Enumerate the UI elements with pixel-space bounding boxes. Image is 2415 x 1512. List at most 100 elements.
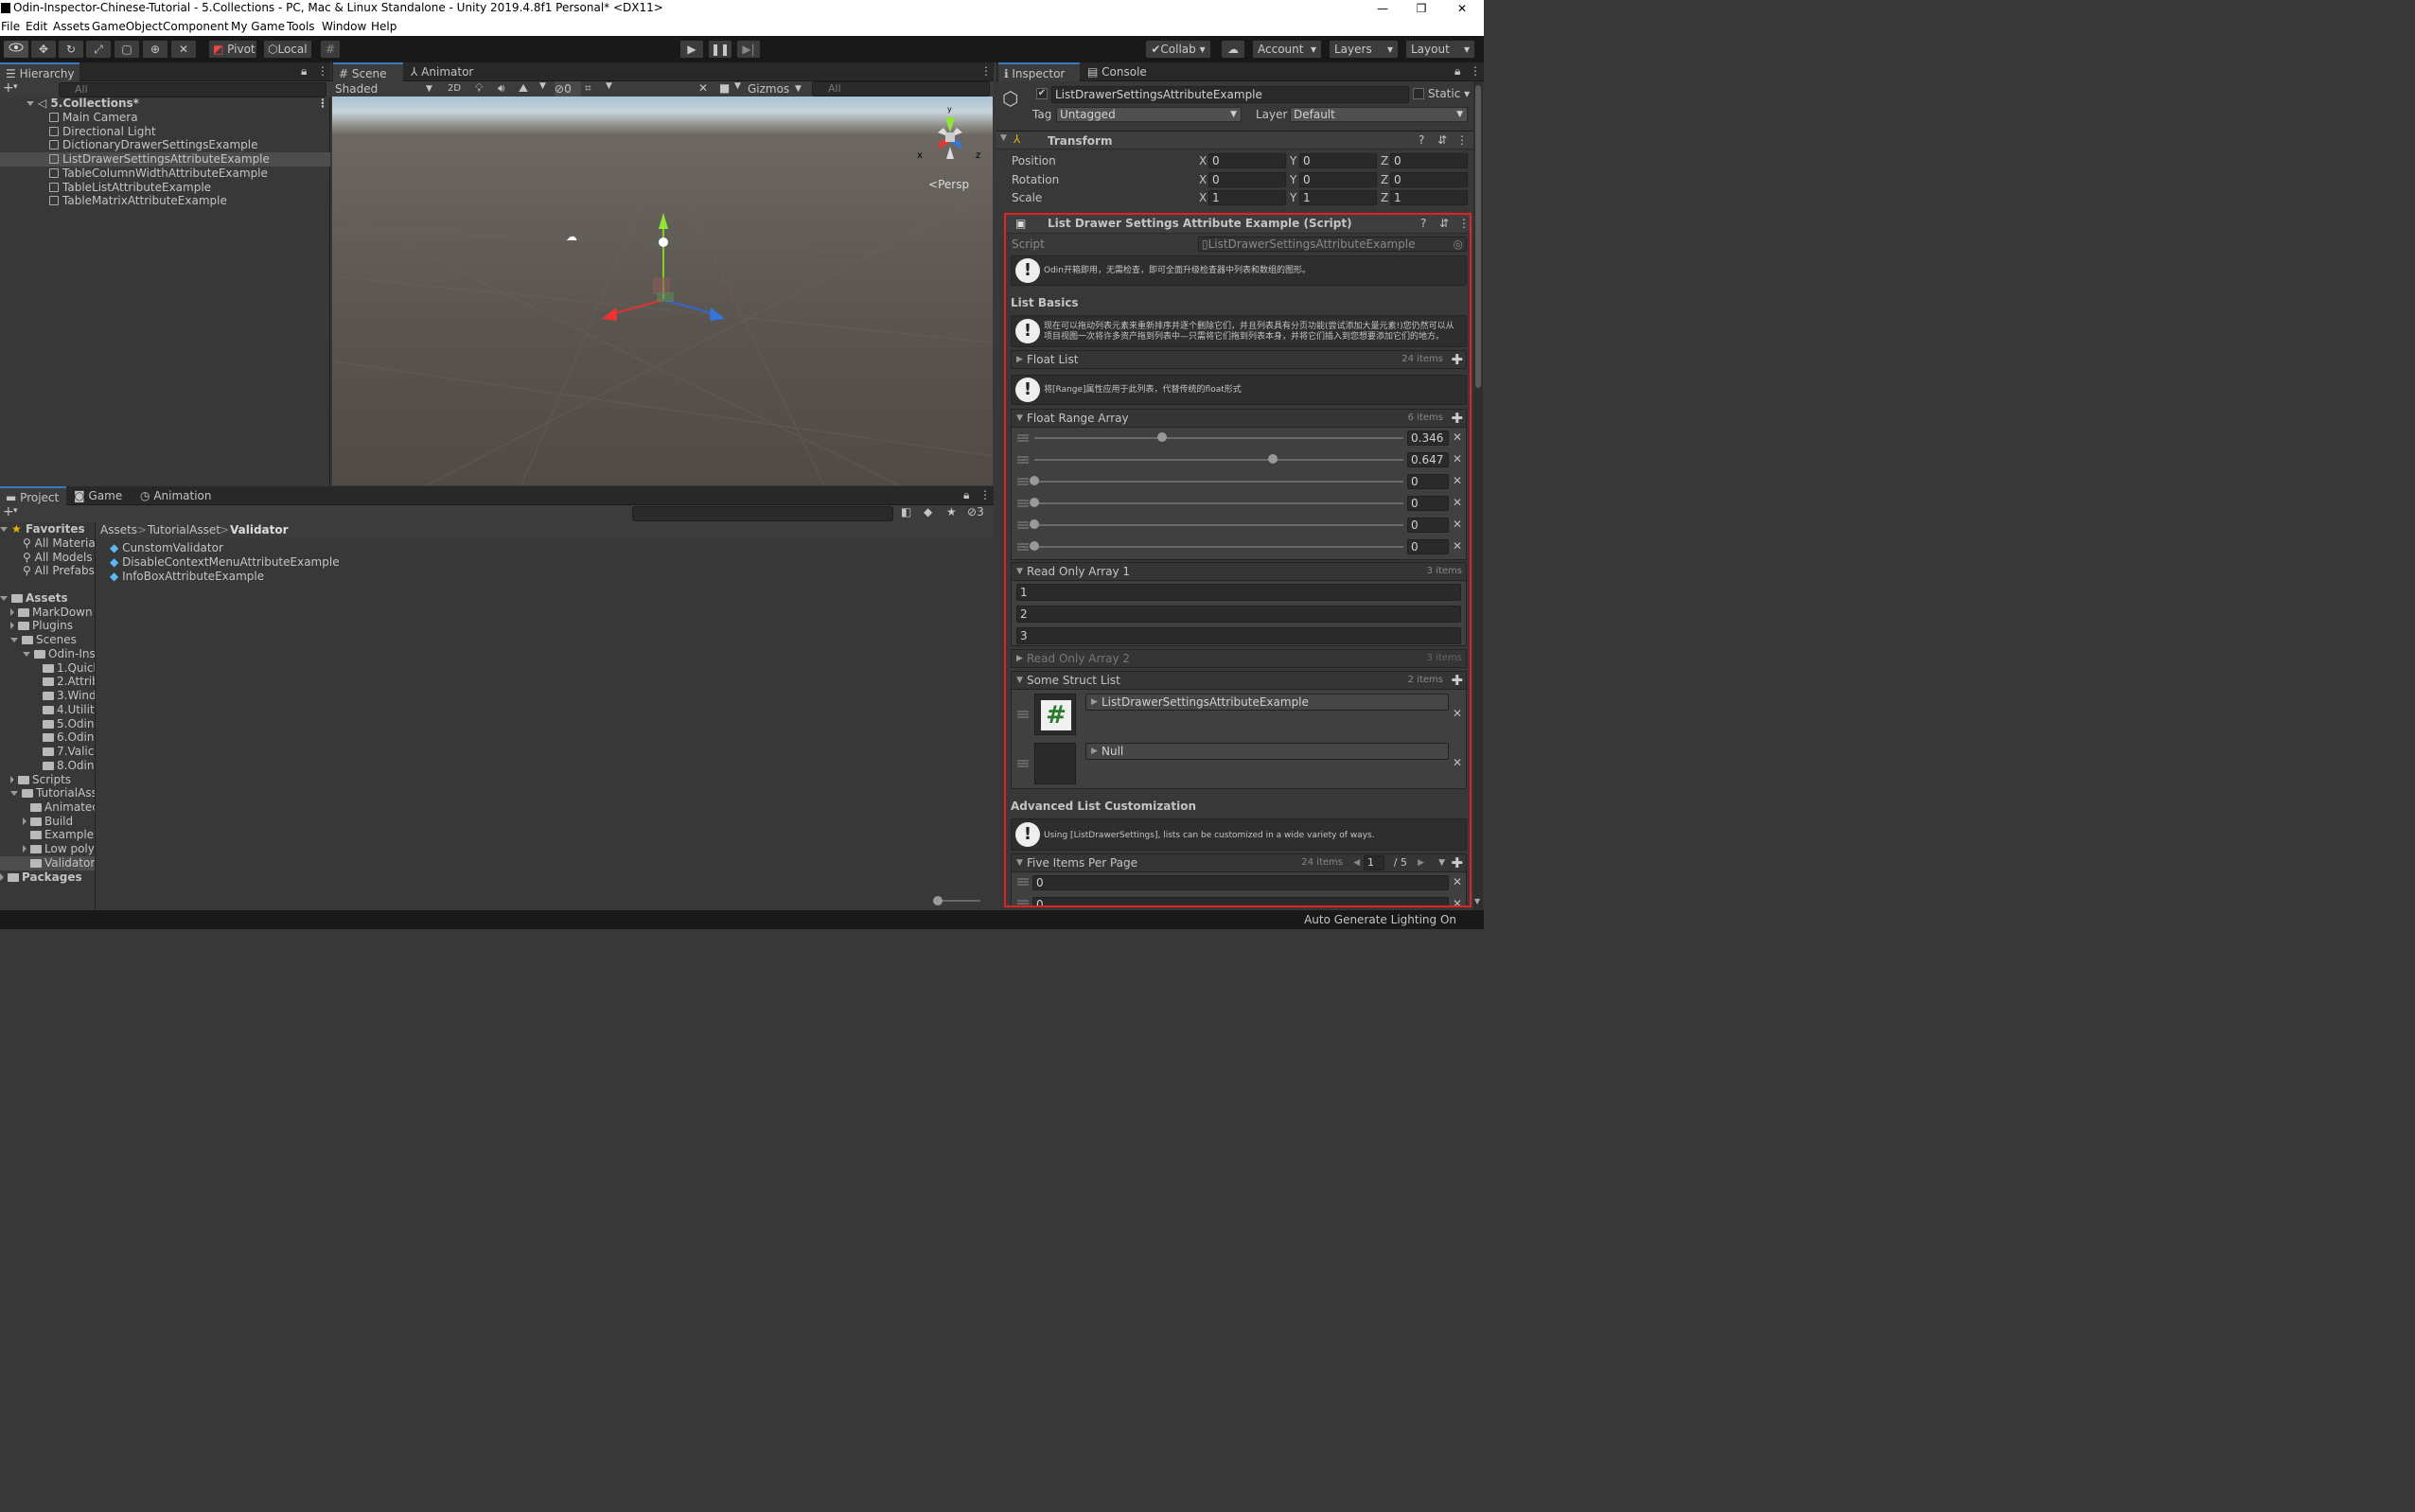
packages-row[interactable]: Packages bbox=[0, 870, 82, 885]
float-list-header[interactable]: ▶ Float List 24 items ✚ bbox=[1011, 350, 1467, 369]
scene-tools-icon[interactable]: ✕ bbox=[698, 81, 708, 95]
tab-game[interactable]: ◙ Game bbox=[68, 486, 129, 505]
folder-tree-item[interactable]: Validator bbox=[0, 856, 95, 870]
folder-tree-item[interactable]: 3.Wind bbox=[35, 689, 95, 703]
file-item[interactable]: ◆ InfoBoxAttributeExample bbox=[110, 570, 264, 583]
component-kebab-icon[interactable]: ⋮ bbox=[1458, 217, 1470, 230]
read-only-array-2-header[interactable]: ▶ Read Only Array 2 3 items bbox=[1011, 649, 1467, 668]
file-item[interactable]: ◆ CunstomValidator bbox=[110, 541, 223, 554]
assets-row[interactable]: Assets bbox=[0, 591, 68, 606]
menu-my-game[interactable]: My Game bbox=[231, 20, 285, 33]
scene-search-input[interactable]: All bbox=[812, 81, 990, 97]
collapsed-arrow-icon[interactable]: ▶ bbox=[1016, 351, 1023, 368]
drag-handle-icon[interactable] bbox=[1017, 434, 1029, 442]
folder-tree-item[interactable]: MarkDown bbox=[10, 606, 93, 620]
folder-tree-item[interactable]: 8.Odin bbox=[35, 759, 94, 773]
folder-tree-item[interactable]: Plugins bbox=[10, 619, 73, 633]
add-item-icon[interactable]: ✚ bbox=[1451, 672, 1463, 689]
remove-item-icon[interactable]: ✕ bbox=[1453, 707, 1462, 720]
inspector-scrollbar[interactable]: ▼ bbox=[1473, 81, 1483, 910]
snap-button[interactable]: # bbox=[320, 40, 341, 59]
hierarchy-item[interactable]: Main Camera bbox=[0, 111, 330, 125]
hierarchy-item[interactable]: DictionaryDrawerSettingsExample bbox=[0, 138, 330, 152]
transform-tool-button[interactable]: ⊕ bbox=[142, 40, 168, 59]
expand-arrow-icon[interactable] bbox=[23, 818, 26, 825]
page-number-field[interactable]: 1 bbox=[1364, 855, 1384, 870]
breadcrumb-validator[interactable]: Validator bbox=[230, 523, 289, 536]
camera-icon[interactable]: ■ bbox=[719, 81, 730, 95]
expanded-arrow-icon[interactable]: ▼ bbox=[1016, 563, 1023, 580]
preset-icon[interactable]: ⇵ bbox=[1437, 133, 1447, 147]
help-icon[interactable]: ? bbox=[1420, 217, 1426, 230]
camera-dropdown-icon[interactable]: ▼ bbox=[734, 81, 741, 91]
position-z-field[interactable]: 0 bbox=[1390, 153, 1468, 168]
script-reference-field[interactable]: ▯ListDrawerSettingsAttributeExample ◎ bbox=[1198, 237, 1467, 252]
hidden-packages-toggle[interactable]: ⊘3 bbox=[967, 505, 984, 519]
menu-gameobject[interactable]: GameObject bbox=[92, 20, 163, 33]
breadcrumb-tutorialasset[interactable]: TutorialAsset bbox=[148, 523, 220, 536]
expanded-arrow-icon[interactable]: ▼ bbox=[1016, 410, 1023, 427]
favorite-item[interactable]: ⚲ All Models bbox=[23, 551, 93, 565]
persp-label[interactable]: <Persp bbox=[928, 178, 969, 191]
drag-handle-icon[interactable] bbox=[1017, 760, 1029, 767]
breadcrumb-assets[interactable]: Assets bbox=[100, 523, 137, 536]
cloud-button[interactable]: ☁ bbox=[1221, 40, 1245, 59]
scale-z-field[interactable]: 1 bbox=[1390, 190, 1468, 205]
grid-icon[interactable]: ⌗ bbox=[585, 81, 591, 96]
range-slider[interactable] bbox=[1034, 459, 1403, 461]
hierarchy-item[interactable]: Directional Light bbox=[0, 125, 330, 139]
hierarchy-item[interactable]: TableListAttributeExample bbox=[0, 181, 330, 195]
step-button[interactable]: ▶| bbox=[736, 40, 761, 59]
prev-page-icon[interactable]: ◀ bbox=[1353, 854, 1360, 871]
favorite-item[interactable]: ⚲ All Material bbox=[23, 536, 95, 551]
layout-dropdown[interactable]: Layout ▾ bbox=[1405, 40, 1475, 59]
range-slider[interactable] bbox=[1034, 546, 1403, 548]
scene-kebab-icon[interactable]: ⋮ bbox=[980, 64, 992, 78]
range-slider[interactable] bbox=[1034, 502, 1403, 504]
create-asset-button[interactable]: + bbox=[3, 504, 14, 519]
tab-animator[interactable]: ⅄ Animator bbox=[405, 62, 481, 81]
remove-item-icon[interactable]: ✕ bbox=[1453, 452, 1462, 466]
read-only-array-1-header[interactable]: ▼ Read Only Array 1 3 items bbox=[1011, 562, 1467, 581]
range-value-field[interactable]: 0.647 bbox=[1407, 452, 1449, 467]
help-icon[interactable]: ? bbox=[1419, 133, 1424, 147]
audio-icon[interactable]: 🔊︎ bbox=[498, 81, 505, 96]
project-kebab-icon[interactable]: ⋮ bbox=[979, 488, 991, 501]
create-dropdown-icon[interactable]: ▾ bbox=[13, 506, 18, 516]
expand-arrow-icon[interactable] bbox=[10, 608, 14, 616]
static-checkbox[interactable] bbox=[1413, 88, 1424, 99]
layer-dropdown[interactable]: Default ▼ bbox=[1290, 107, 1468, 122]
pivot-toggle[interactable]: ◩ Pivot bbox=[208, 40, 257, 59]
slider-knob[interactable] bbox=[1030, 541, 1039, 551]
minimize-button[interactable]: — bbox=[1361, 0, 1404, 18]
grid-dropdown-icon[interactable]: ▼ bbox=[606, 81, 612, 91]
slider-knob[interactable] bbox=[1030, 498, 1039, 507]
menu-file[interactable]: File bbox=[1, 20, 20, 33]
orientation-gizmo[interactable]: x y z bbox=[917, 104, 993, 170]
remove-item-icon[interactable]: ✕ bbox=[1453, 431, 1462, 444]
expand-arrow-icon[interactable] bbox=[0, 527, 8, 532]
menu-edit[interactable]: Edit bbox=[26, 20, 47, 33]
slider-knob[interactable] bbox=[933, 896, 943, 905]
next-page-icon[interactable]: ▶ bbox=[1418, 854, 1424, 871]
range-value-field[interactable]: 0 bbox=[1407, 496, 1449, 511]
slider-knob[interactable] bbox=[1030, 476, 1039, 485]
rotation-y-field[interactable]: 0 bbox=[1299, 172, 1377, 187]
tab-console[interactable]: ▤ Console bbox=[1082, 62, 1157, 81]
tab-project[interactable]: ▬ Project bbox=[0, 486, 66, 505]
expand-arrow-icon[interactable] bbox=[26, 101, 34, 106]
collab-dropdown[interactable]: ✔Collab ▾ bbox=[1145, 40, 1211, 59]
hidden-objects-toggle[interactable]: ⊘0 bbox=[555, 81, 581, 97]
move-tool-button[interactable]: ✥ bbox=[30, 40, 57, 59]
close-button[interactable]: ✕ bbox=[1440, 0, 1484, 18]
remove-item-icon[interactable]: ✕ bbox=[1453, 897, 1462, 906]
rotate-tool-button[interactable]: ↻ bbox=[58, 40, 84, 59]
five-items-value[interactable]: 0 bbox=[1032, 875, 1449, 890]
object-name-field[interactable]: ListDrawerSettingsAttributeExample bbox=[1051, 86, 1409, 103]
five-items-value[interactable]: 0 bbox=[1032, 897, 1449, 906]
drag-handle-icon[interactable] bbox=[1017, 900, 1029, 906]
custom-tool-button[interactable]: ✕ bbox=[170, 40, 197, 59]
folder-tree-item[interactable]: 5.Odin bbox=[35, 717, 94, 731]
expanded-arrow-icon[interactable]: ▼ bbox=[1016, 854, 1023, 871]
gizmos-dropdown[interactable]: Gizmos ▼ bbox=[748, 81, 806, 97]
